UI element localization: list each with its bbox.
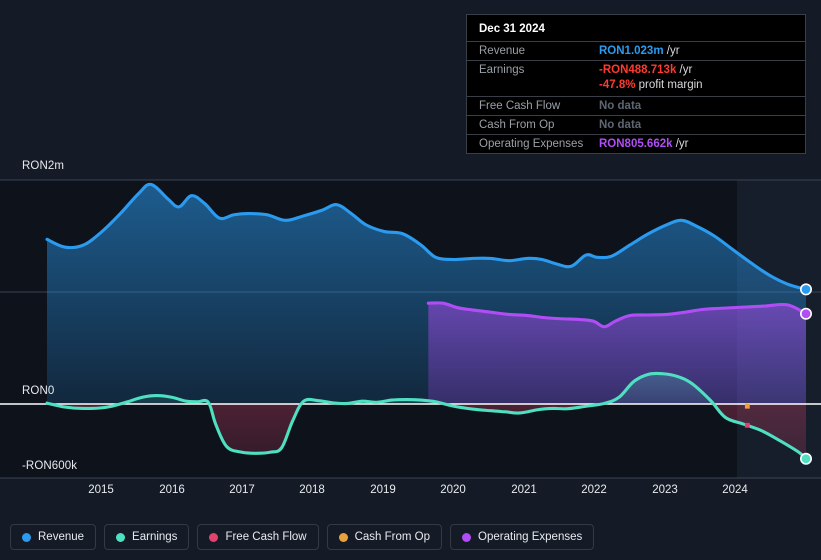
tooltip-row-amount: -47.8% [599,79,636,91]
tooltip-row-suffix: profit margin [635,79,703,91]
x-axis-label: 2015 [88,484,114,496]
tooltip-row: Cash From Op No data [467,115,805,134]
tooltip-row-label: Revenue [479,45,526,57]
legend-item-free-cash-flow[interactable]: Free Cash Flow [197,524,319,550]
revenue-endpoint [799,283,812,296]
tooltip-row-value: -RON488.713k /yr [599,64,692,76]
x-axis-label: 2016 [159,484,185,496]
legend-item-label: Free Cash Flow [225,531,307,543]
x-axis-label: 2022 [581,484,607,496]
tooltip-row-label: Cash From Op [479,119,555,131]
tooltip-row: Operating Expenses RON805.662k /yr [467,134,805,153]
y-axis-label: RON2m [22,160,65,172]
legend-item-label: Operating Expenses [478,531,583,543]
legend-color-dot-icon [338,532,348,542]
tooltip-row-value: No data [599,119,641,131]
legend-item-label: Cash From Op [354,531,431,543]
tooltip-row-label: Earnings [479,64,525,76]
legend-color-dot-icon [116,532,126,542]
earnings-endpoint [799,452,812,465]
tooltip-row-value: RON805.662k /yr [599,138,689,150]
legend-color-dot-icon [209,532,219,542]
tooltip-rows: Revenue RON1.023m /yr Earnings -RON488.713k… [467,41,805,153]
legend-item-revenue[interactable]: Revenue [10,524,97,550]
tooltip-row-suffix: /yr [663,45,680,57]
tooltip-row-value: -47.8% profit margin [599,79,703,91]
x-axis-label: 2017 [229,484,255,496]
x-axis-label: 2021 [511,484,537,496]
financial-chart-page: RON2m RON0 -RON600k 2015 2016 2017 2018 2019 20… [0,0,821,560]
legend-item-label: Revenue [38,531,85,543]
tooltip-row-amount: RON805.662k [599,138,673,150]
legend-color-dot-icon [462,532,472,542]
tooltip-row-value: RON1.023m /yr [599,45,680,57]
fcf-marker [744,422,750,428]
y-axis-label: -RON600k [22,460,78,472]
tooltip-row-suffix: /yr [672,138,689,150]
x-axis-label: 2020 [440,484,466,496]
tooltip-row-amount: -RON488.713k [599,64,677,76]
legend-item-cash-from-op[interactable]: Cash From Op [326,524,443,550]
x-axis-label: 2023 [652,484,678,496]
legend-item-operating-expenses[interactable]: Operating Expenses [450,524,595,550]
cfo-marker [744,403,750,409]
tooltip-row: Earnings -RON488.713k /yr [467,60,805,79]
tooltip-date: Dec 31 2024 [479,23,545,35]
y-axis-label: RON0 [22,385,55,397]
tooltip-row: Revenue RON1.023m /yr [467,41,805,60]
chart-legend: Revenue Earnings Free Cash Flow Cash From O… [10,524,595,550]
x-axis-label: 2019 [370,484,396,496]
x-axis-label: 2024 [722,484,748,496]
tooltip-row-amount: No data [599,119,642,131]
tooltip-row: Free Cash Flow No data [467,96,805,115]
legend-item-earnings[interactable]: Earnings [104,524,190,550]
tooltip-row-amount: RON1.023m [599,45,664,57]
tooltip-row-label: Operating Expenses [479,138,584,150]
tooltip-row-value: No data [599,100,641,112]
legend-color-dot-icon [22,532,31,542]
tooltip-row-suffix: /yr [676,64,693,76]
x-axis-label: 2018 [299,484,325,496]
tooltip-row: -47.8% profit margin [467,79,805,96]
legend-item-label: Earnings [132,531,178,543]
opex-endpoint [799,307,812,320]
tooltip-row-label: Free Cash Flow [479,100,561,112]
data-tooltip: Dec 31 2024 Revenue RON1.023m /yr Earnings… [466,14,806,154]
tooltip-row-amount: No data [599,100,642,112]
